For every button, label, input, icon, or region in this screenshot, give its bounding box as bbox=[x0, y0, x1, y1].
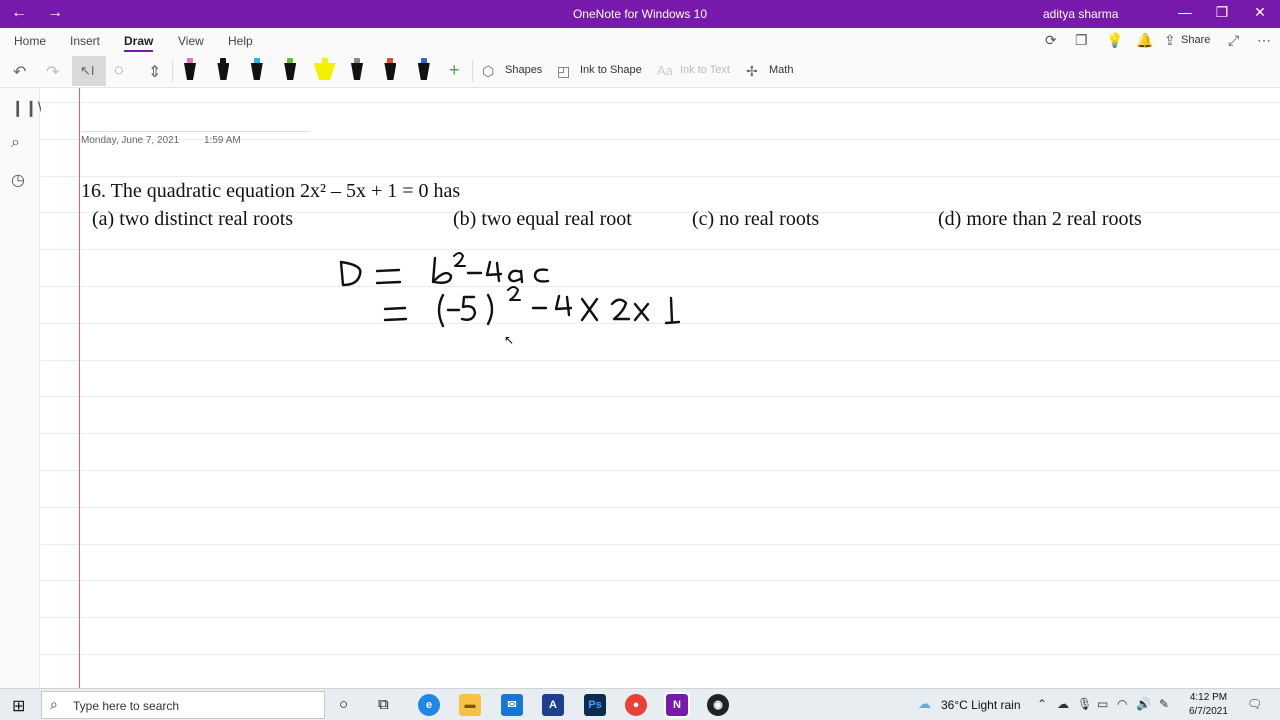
pages-icon[interactable]: ❐ bbox=[1075, 32, 1088, 49]
ink-to-text-button[interactable]: Ink to Text bbox=[680, 64, 730, 76]
obs-icon[interactable]: ◉ bbox=[707, 694, 729, 716]
menu-bar: Home Insert Draw View Help ⟳ ❐ 💡 🔔 ⇪ Sha… bbox=[0, 28, 1280, 54]
tab-view[interactable]: View bbox=[178, 34, 204, 48]
search-icon[interactable]: ⌕ bbox=[11, 134, 20, 152]
ink-times-1 bbox=[580, 297, 599, 322]
weather-icon[interactable]: ☁ bbox=[918, 696, 931, 712]
draw-ribbon: ↶ ↷ ↖I ◌ ⇕ + ⬡ Shapes ◰ Ink to Shape Aa … bbox=[0, 54, 1280, 88]
ink-letter-a bbox=[507, 269, 524, 284]
ink-exponent-2 bbox=[453, 252, 466, 267]
shapes-icon: ⬡ bbox=[482, 63, 495, 79]
highlighter-yellow-icon[interactable] bbox=[313, 58, 336, 84]
taskbar-search-box[interactable]: ⌕ Type here to search bbox=[41, 691, 325, 719]
chevron-up-icon[interactable]: ⌃ bbox=[1037, 697, 1047, 711]
ink-digit-2 bbox=[610, 298, 631, 321]
notebooks-icon[interactable]: ❙❙\ bbox=[11, 98, 42, 118]
cortana-icon[interactable]: ○ bbox=[339, 696, 348, 713]
battery-icon[interactable]: ▭ bbox=[1097, 697, 1108, 711]
close-icon[interactable]: ✕ bbox=[1250, 4, 1270, 21]
onedrive-icon[interactable]: ☁ bbox=[1057, 697, 1069, 711]
wifi-icon[interactable]: ◠ bbox=[1117, 697, 1127, 711]
photoshop-icon[interactable]: Ps bbox=[584, 694, 606, 716]
weather-text[interactable]: 36°C Light rain bbox=[941, 698, 1021, 712]
share-icon[interactable]: ⇪ bbox=[1164, 32, 1176, 49]
volume-icon[interactable]: 🔊 bbox=[1136, 697, 1151, 711]
ink-equals-1 bbox=[375, 268, 402, 285]
mail-icon[interactable]: ✉ bbox=[501, 694, 523, 716]
ink-equals-2 bbox=[383, 306, 408, 322]
clock-time: 4:12 PM bbox=[1189, 692, 1228, 703]
sync-icon[interactable]: ⟳ bbox=[1045, 32, 1057, 49]
ink-letter-c bbox=[533, 268, 550, 283]
title-bar: ← → OneNote for Windows 10 aditya sharma… bbox=[0, 0, 1280, 28]
lasso-select-icon[interactable]: ◌ bbox=[114, 62, 124, 80]
pen-pink-icon[interactable] bbox=[184, 58, 196, 84]
ribbon-divider bbox=[172, 60, 173, 82]
handwritten-ink-layer bbox=[339, 252, 681, 328]
pen-workspace-icon[interactable]: ✎ bbox=[1159, 697, 1169, 711]
ink-times-2 bbox=[633, 302, 650, 322]
tab-home[interactable]: Home bbox=[14, 34, 46, 48]
redo-icon[interactable]: ↷ bbox=[46, 62, 59, 82]
ink-exponent-2 bbox=[507, 286, 521, 301]
fullscreen-icon[interactable]: ⤢ bbox=[1228, 32, 1239, 49]
onenote-icon[interactable]: N bbox=[664, 692, 690, 718]
mouse-cursor-icon: ↖ bbox=[504, 333, 515, 347]
ink-to-shape-button[interactable]: Ink to Shape bbox=[580, 64, 642, 76]
clock-date: 6/7/2021 bbox=[1189, 706, 1228, 717]
bell-icon[interactable]: 🔔 bbox=[1136, 32, 1153, 49]
ink-to-shape-icon: ◰ bbox=[557, 63, 571, 79]
windows-taskbar: ⊞ ⌕ Type here to search ○ ⧉ e ▬ ✉ A Ps ●… bbox=[0, 688, 1280, 720]
add-space-icon[interactable]: ⇕ bbox=[148, 62, 161, 82]
note-page[interactable]: Monday, June 7, 2021 1:59 AM 16. The qua… bbox=[41, 88, 1280, 688]
pen-galaxy-icon[interactable] bbox=[351, 58, 363, 84]
pen-blue-icon[interactable] bbox=[417, 58, 430, 84]
ribbon-divider bbox=[472, 60, 473, 82]
pen-black-icon[interactable] bbox=[217, 58, 230, 84]
tab-draw[interactable]: Draw bbox=[124, 34, 154, 52]
minimize-icon[interactable]: — bbox=[1175, 4, 1195, 20]
microphone-icon[interactable]: 🎙 bbox=[1077, 697, 1092, 711]
search-placeholder: Type here to search bbox=[73, 699, 180, 713]
task-view-icon[interactable]: ⧉ bbox=[378, 696, 389, 713]
ink-digit-4 bbox=[485, 260, 503, 283]
chrome-icon[interactable]: ● bbox=[625, 694, 647, 716]
restore-icon[interactable]: ❐ bbox=[1212, 4, 1232, 21]
ink-digit-4 bbox=[554, 294, 573, 317]
search-icon: ⌕ bbox=[50, 696, 58, 712]
account-name[interactable]: aditya sharma bbox=[1043, 7, 1118, 21]
shapes-button[interactable]: Shapes bbox=[505, 64, 542, 76]
math-button[interactable]: Math bbox=[769, 64, 793, 76]
ink-digit-1 bbox=[664, 296, 681, 325]
ink-paren-close bbox=[486, 293, 494, 326]
windows-start-icon[interactable]: ⊞ bbox=[12, 696, 25, 716]
ink-to-text-icon: Aa bbox=[657, 63, 673, 78]
add-pen-icon[interactable]: + bbox=[449, 60, 460, 81]
lightbulb-icon[interactable]: 💡 bbox=[1106, 32, 1123, 49]
ink-letter-d bbox=[339, 260, 362, 287]
file-explorer-icon[interactable]: ▬ bbox=[459, 694, 481, 716]
tab-help[interactable]: Help bbox=[228, 34, 253, 48]
pen-app-icon[interactable]: A bbox=[542, 694, 564, 716]
math-icon: ✢ bbox=[746, 63, 758, 79]
cursor-text-icon: ↖I bbox=[80, 63, 95, 78]
system-clock[interactable]: 4:12 PM 6/7/2021 bbox=[1189, 691, 1228, 719]
tab-insert[interactable]: Insert bbox=[70, 34, 100, 48]
left-nav-rail: ❙❙\ ⌕ ◷ bbox=[0, 88, 42, 688]
notifications-icon[interactable]: 🗨 bbox=[1247, 697, 1262, 711]
undo-icon[interactable]: ↶ bbox=[13, 62, 26, 82]
recent-icon[interactable]: ◷ bbox=[11, 170, 25, 190]
share-button[interactable]: Share bbox=[1181, 34, 1210, 46]
pen-green-icon[interactable] bbox=[284, 58, 297, 84]
ink-digit-5 bbox=[460, 295, 477, 321]
ink-letter-b bbox=[431, 256, 453, 284]
edge-icon[interactable]: e bbox=[418, 694, 440, 716]
pen-cyan-icon[interactable] bbox=[250, 58, 263, 84]
pen-rainbow-icon[interactable] bbox=[384, 58, 397, 84]
more-icon[interactable]: ⋯ bbox=[1257, 32, 1271, 49]
ink-paren-open bbox=[437, 293, 445, 328]
